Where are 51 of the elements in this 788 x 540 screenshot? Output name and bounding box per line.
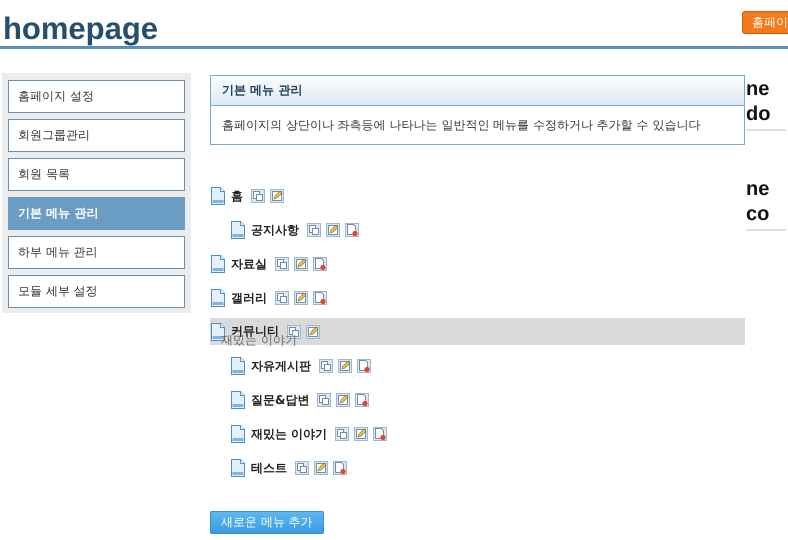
document-icon [230,459,246,477]
menu-item[interactable]: 공지사항 [251,222,299,238]
copy-icon[interactable] [335,427,350,441]
edit-icon[interactable] [270,189,284,203]
panel-description: 홈페이지의 상단이나 좌측등에 나타나는 일반적인 메뉴를 수정하거나 추가할 수 있습니다 [221,117,702,134]
menu-item[interactable]: 자유게시판 [251,358,311,374]
copy-icon[interactable] [275,257,289,271]
menu-item[interactable]: 갤러리 [231,290,267,306]
copy-icon[interactable] [295,461,309,475]
delete-icon[interactable] [345,223,359,237]
delete-icon[interactable] [355,393,370,407]
menu-item[interactable]: 테스트 [251,460,287,476]
menu-item[interactable]: 홈 [231,188,243,204]
document-icon [210,289,226,307]
document-icon [230,357,246,375]
edit-icon[interactable] [354,427,368,441]
sidebar-item[interactable]: 하부 메뉴 관리 [8,236,185,269]
copy-icon[interactable] [319,359,333,373]
section-heading: ne do [746,77,786,131]
copy-icon[interactable] [251,189,265,203]
edit-icon[interactable] [314,461,328,475]
delete-icon[interactable] [313,291,327,305]
delete-icon[interactable] [313,257,327,271]
document-icon [230,221,246,239]
copy-icon[interactable] [317,393,332,407]
sidebar-item[interactable]: 회원그룹관리 [8,119,185,152]
section-heading: ne co [746,177,786,231]
edit-icon[interactable] [306,324,320,338]
site-title: homepage [3,12,158,46]
delete-icon[interactable] [333,461,347,475]
sidebar-item[interactable]: 모듈 세부 설정 [8,275,185,308]
document-icon [210,255,226,273]
document-icon [230,391,246,409]
edit-icon[interactable] [326,223,340,237]
menu-item[interactable]: 재밌는 이야기 [251,426,328,442]
edit-icon[interactable] [336,393,350,407]
edit-icon[interactable] [338,359,352,373]
edit-icon[interactable] [294,291,308,305]
highlighted-row[interactable]: 커뮤니티 재밌는 이야기 [210,318,745,345]
document-icon [230,425,246,443]
copy-icon[interactable] [307,223,321,237]
delete-icon[interactable] [373,427,388,441]
copy-icon[interactable] [275,291,289,305]
delete-icon[interactable] [357,359,371,373]
document-icon [210,187,226,205]
edit-icon[interactable] [294,257,308,271]
sidebar-item[interactable]: 홈페이지 설정 [8,80,185,113]
sidebar-item[interactable]: 회원 목록 [8,158,185,191]
menu-item[interactable]: 자료실 [231,256,267,272]
menu-item[interactable]: 질문&답변 [251,392,310,408]
panel-title: 기본 메뉴 관리 [211,76,744,106]
